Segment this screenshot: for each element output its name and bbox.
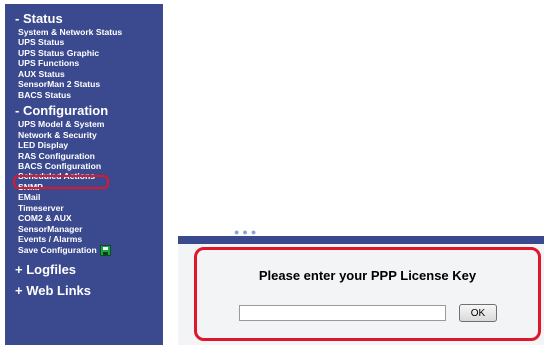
- weblinks-section-header[interactable]: + Web Links: [15, 283, 163, 299]
- nav-item-sensorman-2-status[interactable]: SensorMan 2 Status: [15, 79, 163, 89]
- nav-item-events-alarms[interactable]: Events / Alarms: [15, 234, 163, 244]
- nav-item-bacs-status[interactable]: BACS Status: [15, 90, 163, 100]
- nav-item-email[interactable]: EMail: [15, 192, 163, 202]
- nav-item-snmp[interactable]: SNMP: [15, 182, 163, 192]
- nav-item-ras-configuration[interactable]: RAS Configuration: [15, 151, 163, 161]
- license-key-title: Please enter your PPP License Key: [258, 268, 477, 283]
- nav-item-aux-status[interactable]: AUX Status: [15, 69, 163, 79]
- nav-item-save-configuration[interactable]: Save Configuration: [15, 245, 163, 256]
- nav-item-scheduled-actions[interactable]: Scheduled Actions: [15, 171, 163, 181]
- license-key-panel: ●●● Please enter your PPP License Key OK: [178, 228, 544, 345]
- decorative-dots: ●●●: [234, 228, 260, 237]
- nav-item-ups-model-system[interactable]: UPS Model & System: [15, 119, 163, 129]
- nav-item-ups-status[interactable]: UPS Status: [15, 37, 163, 47]
- nav-item-sensormanager[interactable]: SensorManager: [15, 224, 163, 234]
- status-section-header[interactable]: - Status: [15, 11, 163, 27]
- nav-item-system-network-status[interactable]: System & Network Status: [15, 27, 163, 37]
- ok-button[interactable]: OK: [459, 304, 497, 322]
- license-key-highlight-frame: Please enter your PPP License Key OK: [194, 247, 541, 341]
- nav-item-timeserver[interactable]: Timeserver: [15, 203, 163, 213]
- license-key-input[interactable]: [239, 305, 446, 321]
- nav-item-ups-functions[interactable]: UPS Functions: [15, 58, 163, 68]
- configuration-section-header[interactable]: - Configuration: [15, 103, 163, 119]
- nav-item-bacs-configuration[interactable]: BACS Configuration: [15, 161, 163, 171]
- sidebar-nav: - Status System & Network Status UPS Sta…: [5, 4, 163, 345]
- nav-item-network-security[interactable]: Network & Security: [15, 130, 163, 140]
- header-bar: [178, 236, 544, 244]
- nav-item-ups-status-graphic[interactable]: UPS Status Graphic: [15, 48, 163, 58]
- logfiles-section-header[interactable]: + Logfiles: [15, 262, 163, 278]
- nav-item-led-display[interactable]: LED Display: [15, 140, 163, 150]
- floppy-disk-icon[interactable]: [99, 244, 111, 256]
- save-configuration-label: Save Configuration: [18, 244, 97, 255]
- nav-item-com2-aux[interactable]: COM2 & AUX: [15, 213, 163, 223]
- license-key-form: Please enter your PPP License Key OK: [178, 244, 544, 345]
